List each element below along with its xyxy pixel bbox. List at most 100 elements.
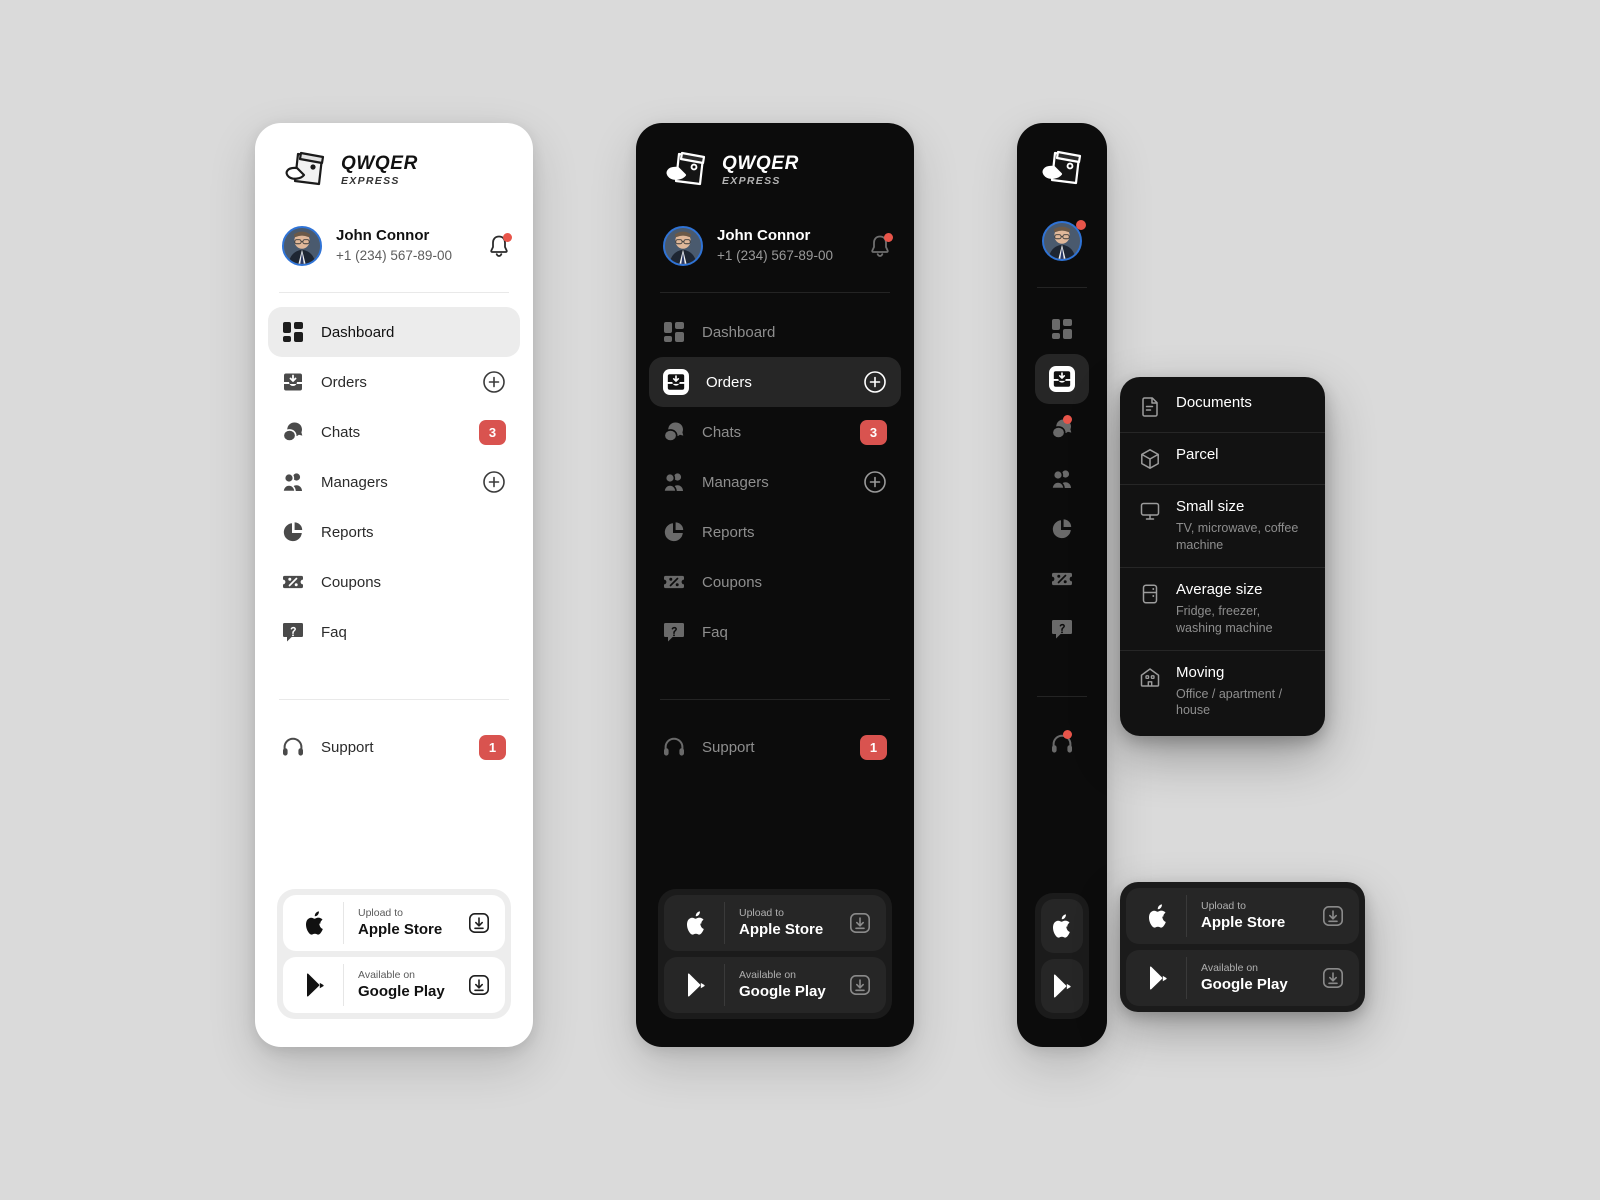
dropdown-item-average-size[interactable]: Average size Fridge, freezer, washing ma… (1120, 566, 1325, 650)
dropdown-item-parcel[interactable]: Parcel (1120, 432, 1325, 484)
rail-item-dashboard[interactable] (1035, 304, 1089, 354)
divider-secondary (660, 699, 890, 700)
google-play-icon (668, 972, 724, 998)
apple-store-button[interactable]: Upload to Apple Store (283, 895, 505, 951)
bell-icon[interactable] (868, 233, 893, 259)
google-play-button[interactable]: Available on Google Play (283, 957, 505, 1013)
divider-secondary (1037, 696, 1087, 697)
rail-item-faq[interactable] (1035, 604, 1089, 654)
dropdown-item-documents[interactable]: Documents (1120, 381, 1325, 432)
apple-icon (668, 910, 724, 936)
google-play-text: Available on Google Play (725, 969, 838, 1001)
download-icon[interactable] (1311, 905, 1355, 927)
user-profile-row[interactable]: John Connor +1 (234) 567-89-00 (282, 226, 512, 266)
dropdown-item-small-size[interactable]: Small size TV, microwave, coffee machine (1120, 484, 1325, 567)
document-icon (1138, 395, 1162, 419)
bell-icon[interactable] (487, 233, 512, 259)
add-manager-button[interactable] (863, 470, 887, 494)
sidebar-item-coupons[interactable]: Coupons (268, 557, 520, 607)
divider-secondary (279, 699, 509, 700)
sidebar-item-reports[interactable]: Reports (268, 507, 520, 557)
managers-people-icon (282, 471, 304, 493)
sidebar-item-managers[interactable]: Managers (268, 457, 520, 507)
parcel-box-icon (1138, 447, 1162, 471)
sidebar-item-label: Reports (321, 523, 374, 541)
rail-item-coupons[interactable] (1035, 554, 1089, 604)
download-icon[interactable] (1311, 967, 1355, 989)
user-profile-rail[interactable] (1017, 220, 1107, 261)
apple-store-button[interactable] (1041, 899, 1083, 953)
sidebar-item-managers[interactable]: Managers (649, 457, 901, 507)
sidebar-item-support[interactable]: Support 1 (649, 722, 901, 772)
screenshot-stage: QWQER EXPRESS John Connor +1 (234) 567-8… (0, 0, 1600, 1200)
sidebar-item-label: Support (702, 738, 755, 756)
dropdown-item-moving[interactable]: Moving Office / apartment / house (1120, 649, 1325, 733)
brand-logo[interactable]: QWQER EXPRESS (255, 123, 533, 190)
apple-store-button[interactable]: Upload to Apple Store (1126, 888, 1359, 944)
user-name: John Connor (336, 226, 430, 244)
brand-logo-dark[interactable]: QWQER EXPRESS (636, 123, 914, 190)
sidebar-item-faq[interactable]: Faq (649, 607, 901, 657)
sidebar-item-orders[interactable]: Orders (268, 357, 520, 407)
sidebar-item-support[interactable]: Support 1 (268, 722, 520, 772)
store-top-label: Upload to (739, 906, 784, 919)
google-play-button[interactable]: Available on Google Play (664, 957, 886, 1013)
download-icon[interactable] (838, 912, 882, 934)
sidebar-item-faq[interactable]: Faq (268, 607, 520, 657)
sidebar-item-label: Chats (702, 423, 742, 441)
brand-name: QWQER (722, 152, 799, 174)
download-icon[interactable] (457, 912, 501, 934)
rail-item-support[interactable] (1035, 719, 1089, 769)
dashboard-grid-icon (663, 321, 685, 343)
dropdown-item-subtitle: Fridge, freezer, washing machine (1176, 603, 1273, 635)
brand-text: QWQER EXPRESS (341, 154, 418, 187)
managers-people-icon (1051, 468, 1073, 490)
add-order-button[interactable] (482, 370, 506, 394)
sidebar-item-dashboard[interactable]: Dashboard (649, 307, 901, 357)
coupons-ticket-icon (282, 571, 304, 593)
sidebar-item-label: Dashboard (321, 323, 395, 341)
bird-box-logo-icon (282, 150, 328, 190)
add-order-button[interactable] (863, 370, 887, 394)
house-icon (1138, 665, 1162, 689)
rail-item-chats[interactable] (1035, 404, 1089, 454)
download-icon[interactable] (838, 974, 882, 996)
sidebar-item-reports[interactable]: Reports (649, 507, 901, 557)
dropdown-item-text: Documents (1176, 394, 1252, 412)
download-icon[interactable] (457, 974, 501, 996)
user-meta: John Connor +1 (234) 567-89-00 (717, 227, 868, 266)
sidebar-item-chats[interactable]: Chats 3 (268, 407, 520, 457)
google-play-button[interactable] (1041, 959, 1083, 1013)
primary-nav-rail (1017, 304, 1107, 769)
apple-store-button[interactable]: Upload to Apple Store (664, 895, 886, 951)
store-top-label: Available on (739, 968, 797, 981)
sidebar-item-label: Faq (321, 623, 347, 641)
rail-item-orders[interactable] (1035, 354, 1089, 404)
google-play-button[interactable]: Available on Google Play (1126, 950, 1359, 1006)
google-play-icon (287, 972, 343, 998)
sidebar-item-orders[interactable]: Orders (649, 357, 901, 407)
dark-sidebar-panel: QWQER EXPRESS John Connor +1 (234) 567-8… (636, 123, 914, 1047)
google-play-icon (1050, 973, 1074, 999)
sidebar-item-coupons[interactable]: Coupons (649, 557, 901, 607)
brand-tagline: EXPRESS (722, 174, 781, 187)
brand-logo-rail[interactable] (1017, 123, 1107, 189)
support-headphones-icon (663, 736, 685, 758)
add-manager-button[interactable] (482, 470, 506, 494)
user-profile-row[interactable]: John Connor +1 (234) 567-89-00 (663, 226, 893, 266)
status-badge: 1 (860, 734, 887, 760)
collapsed-rail-panel (1017, 123, 1107, 1047)
user-meta: John Connor +1 (234) 567-89-00 (336, 227, 487, 266)
dropdown-item-title: Documents (1176, 394, 1252, 411)
rail-item-reports[interactable] (1035, 504, 1089, 554)
sidebar-item-label: Coupons (702, 573, 763, 591)
sidebar-item-label: Dashboard (702, 323, 776, 341)
apple-icon (287, 910, 343, 936)
rail-item-managers[interactable] (1035, 454, 1089, 504)
sidebar-item-label: Support (321, 738, 374, 756)
sidebar-item-chats[interactable]: Chats 3 (649, 407, 901, 457)
sidebar-item-dashboard[interactable]: Dashboard (268, 307, 520, 357)
order-type-dropdown: Documents Parcel Small size TV, microwav… (1120, 377, 1325, 737)
divider (1037, 287, 1087, 288)
